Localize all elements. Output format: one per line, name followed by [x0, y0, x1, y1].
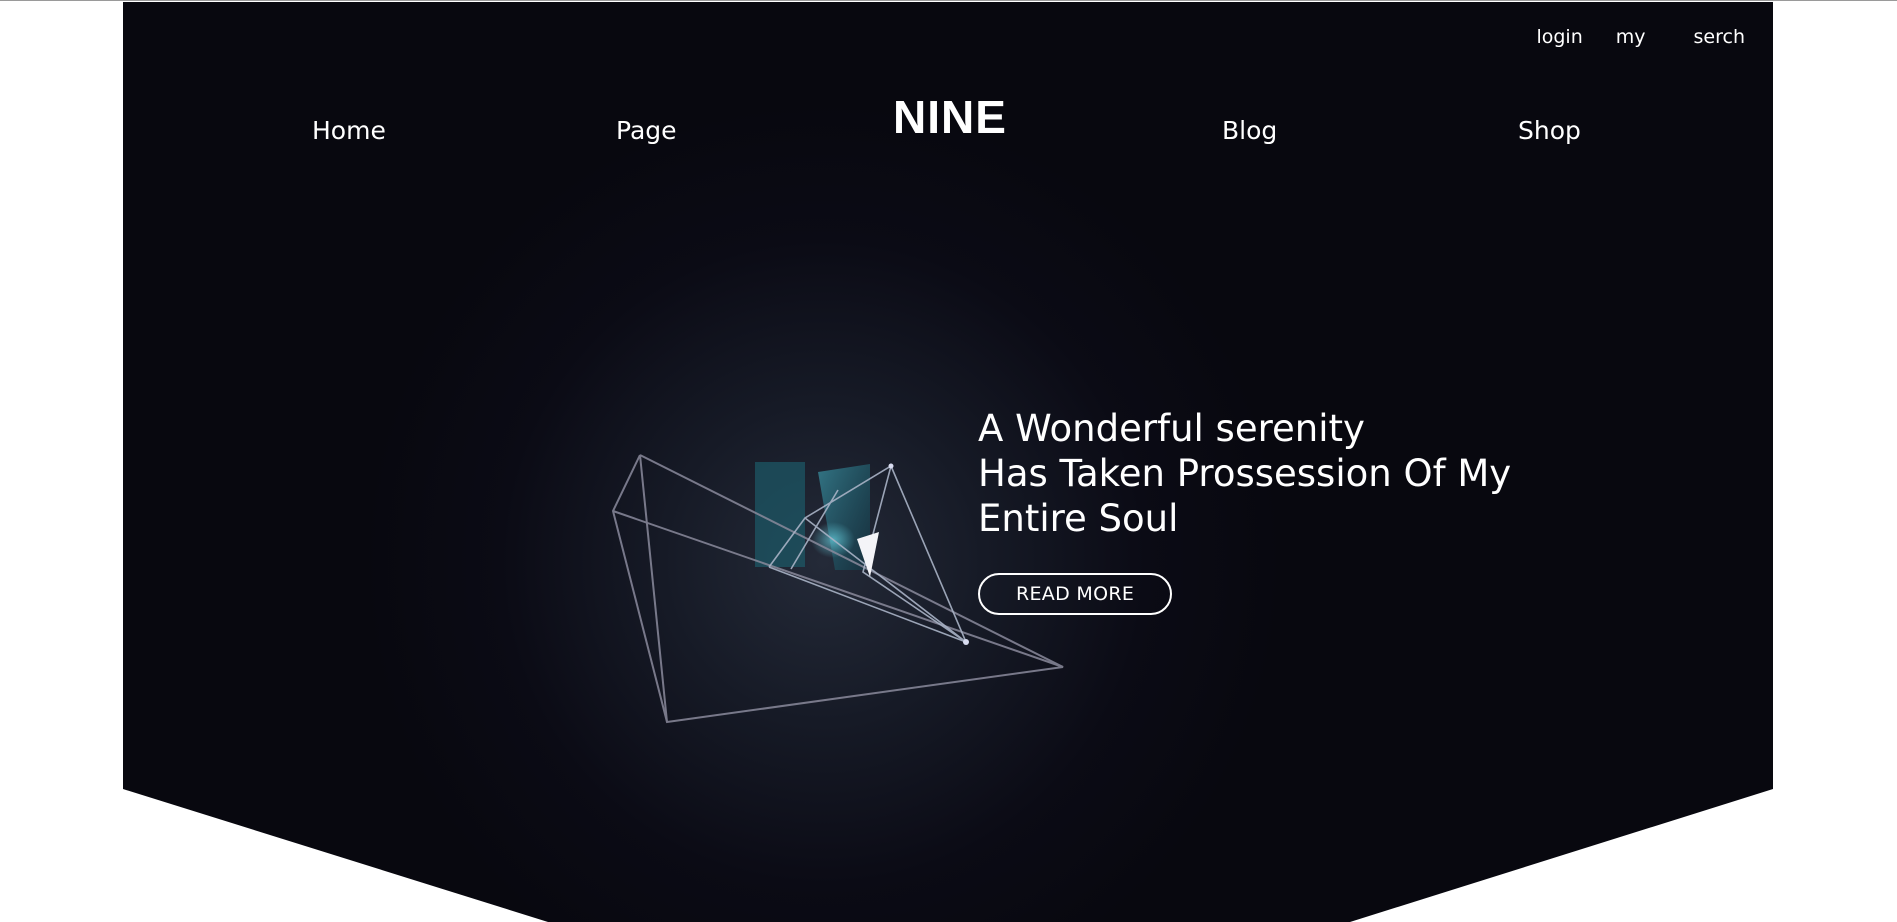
- hero-copy: A Wonderful serenity Has Taken Prossessi…: [978, 406, 1511, 615]
- headline-line: Has Taken Prossession Of My: [978, 452, 1512, 495]
- top-border-line: [0, 0, 1897, 1]
- nav-item-shop[interactable]: Shop: [1518, 116, 1581, 145]
- read-more-button[interactable]: READ MORE: [978, 573, 1173, 615]
- headline-line: Entire Soul: [978, 497, 1179, 540]
- utility-links: login my serch: [1536, 26, 1745, 48]
- brand-logo[interactable]: NINE: [893, 90, 1007, 144]
- nav-item-page[interactable]: Page: [616, 116, 677, 145]
- hero-headline: A Wonderful serenity Has Taken Prossessi…: [978, 406, 1511, 541]
- node: [888, 463, 894, 469]
- my-account-link[interactable]: my: [1616, 26, 1646, 48]
- login-link[interactable]: login: [1536, 26, 1582, 48]
- nav-item-blog[interactable]: Blog: [1222, 116, 1277, 145]
- hero-section: login my serch Home Page Blog Shop NINE: [123, 2, 1773, 922]
- search-link[interactable]: serch: [1694, 26, 1745, 48]
- node: [963, 639, 969, 645]
- headline-line: A Wonderful serenity: [978, 407, 1365, 450]
- nav-item-home[interactable]: Home: [312, 116, 386, 145]
